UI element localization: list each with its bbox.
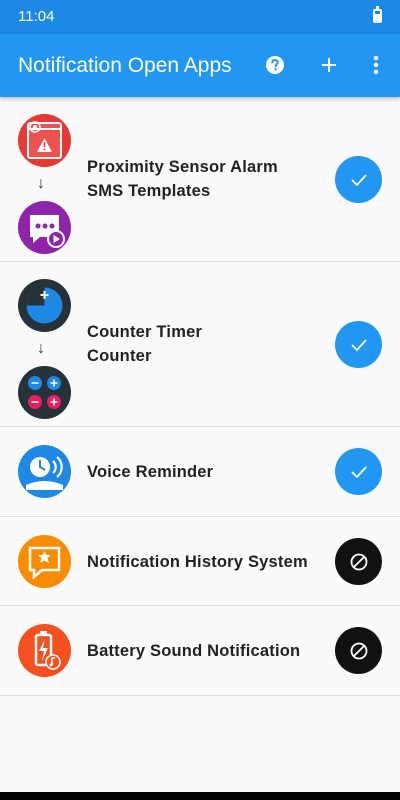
rule-row[interactable]: Battery Sound Notification [0,606,400,696]
rule-row[interactable]: ↓ Proximity Sensor Alarm SMS Templates [0,97,400,262]
rule-row[interactable]: Notification History System [0,517,400,606]
rule-label-trigger: Counter Timer [87,323,203,341]
navigation-bar [0,792,400,800]
rule-row[interactable]: Voice Reminder [0,427,400,517]
block-icon [350,553,367,570]
arrow-down-icon: ↓ [37,175,45,192]
add-icon[interactable] [314,50,344,80]
rule-label-trigger: Proximity Sensor Alarm [87,158,278,176]
rule-enabled-toggle[interactable] [335,448,382,495]
rule-label-action: Counter [87,347,152,365]
sms-templates-app-icon [18,201,71,254]
rule-label-trigger: Voice Reminder [87,463,214,481]
arrow-down-icon: ↓ [37,340,45,357]
rule-row[interactable]: ↓ Counter Timer Counter [0,262,400,427]
rule-enabled-toggle[interactable] [335,321,382,368]
status-bar: 11:04 [0,0,400,34]
rule-label-trigger: Notification History System [87,553,308,571]
help-icon[interactable] [260,50,290,80]
proximity-alarm-app-icon [18,114,71,167]
voice-reminder-app-icon [18,445,71,498]
counter-app-icon [18,366,71,419]
check-icon [350,465,367,478]
app-title: Notification Open Apps [18,54,232,77]
check-icon [350,173,367,186]
rule-label-trigger: Battery Sound Notification [87,642,301,660]
rules-list: ↓ Proximity Sensor Alarm SMS Templates ↓… [0,97,400,696]
rule-label-action: SMS Templates [87,182,211,200]
block-icon [350,642,367,659]
rule-enabled-toggle[interactable] [335,156,382,203]
rule-disabled-toggle[interactable] [335,538,382,585]
notification-history-app-icon [18,535,71,588]
battery-icon [373,6,382,23]
battery-sound-app-icon [18,624,71,677]
status-time: 11:04 [18,8,55,25]
check-icon [350,338,367,351]
more-vert-icon[interactable] [361,50,391,80]
rule-disabled-toggle[interactable] [335,627,382,674]
counter-timer-app-icon [18,279,71,332]
app-bar: Notification Open Apps [0,34,400,97]
